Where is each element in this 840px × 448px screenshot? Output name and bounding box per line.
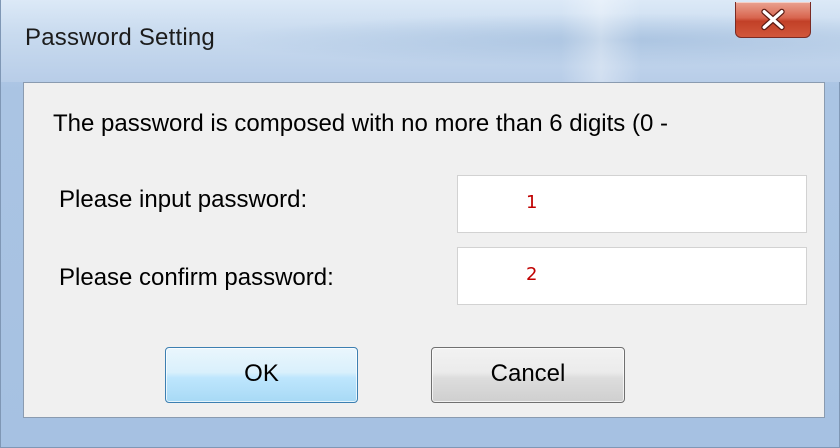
password-setting-window: Password Setting The password is compose… <box>0 0 840 448</box>
confirm-password-label: Please confirm password: <box>59 264 334 291</box>
password-rule-message: The password is composed with no more th… <box>53 110 668 137</box>
window-title: Password Setting <box>25 24 215 51</box>
cancel-button[interactable]: Cancel <box>431 347 625 403</box>
confirm-password-field[interactable]: 2 <box>457 247 807 305</box>
input-password-field[interactable]: 1 <box>457 175 807 233</box>
input-password-label: Please input password: <box>59 186 308 213</box>
close-icon <box>761 8 785 31</box>
title-bar[interactable]: Password Setting <box>1 0 840 82</box>
close-button[interactable] <box>735 2 811 38</box>
ok-button[interactable]: OK <box>165 347 358 403</box>
